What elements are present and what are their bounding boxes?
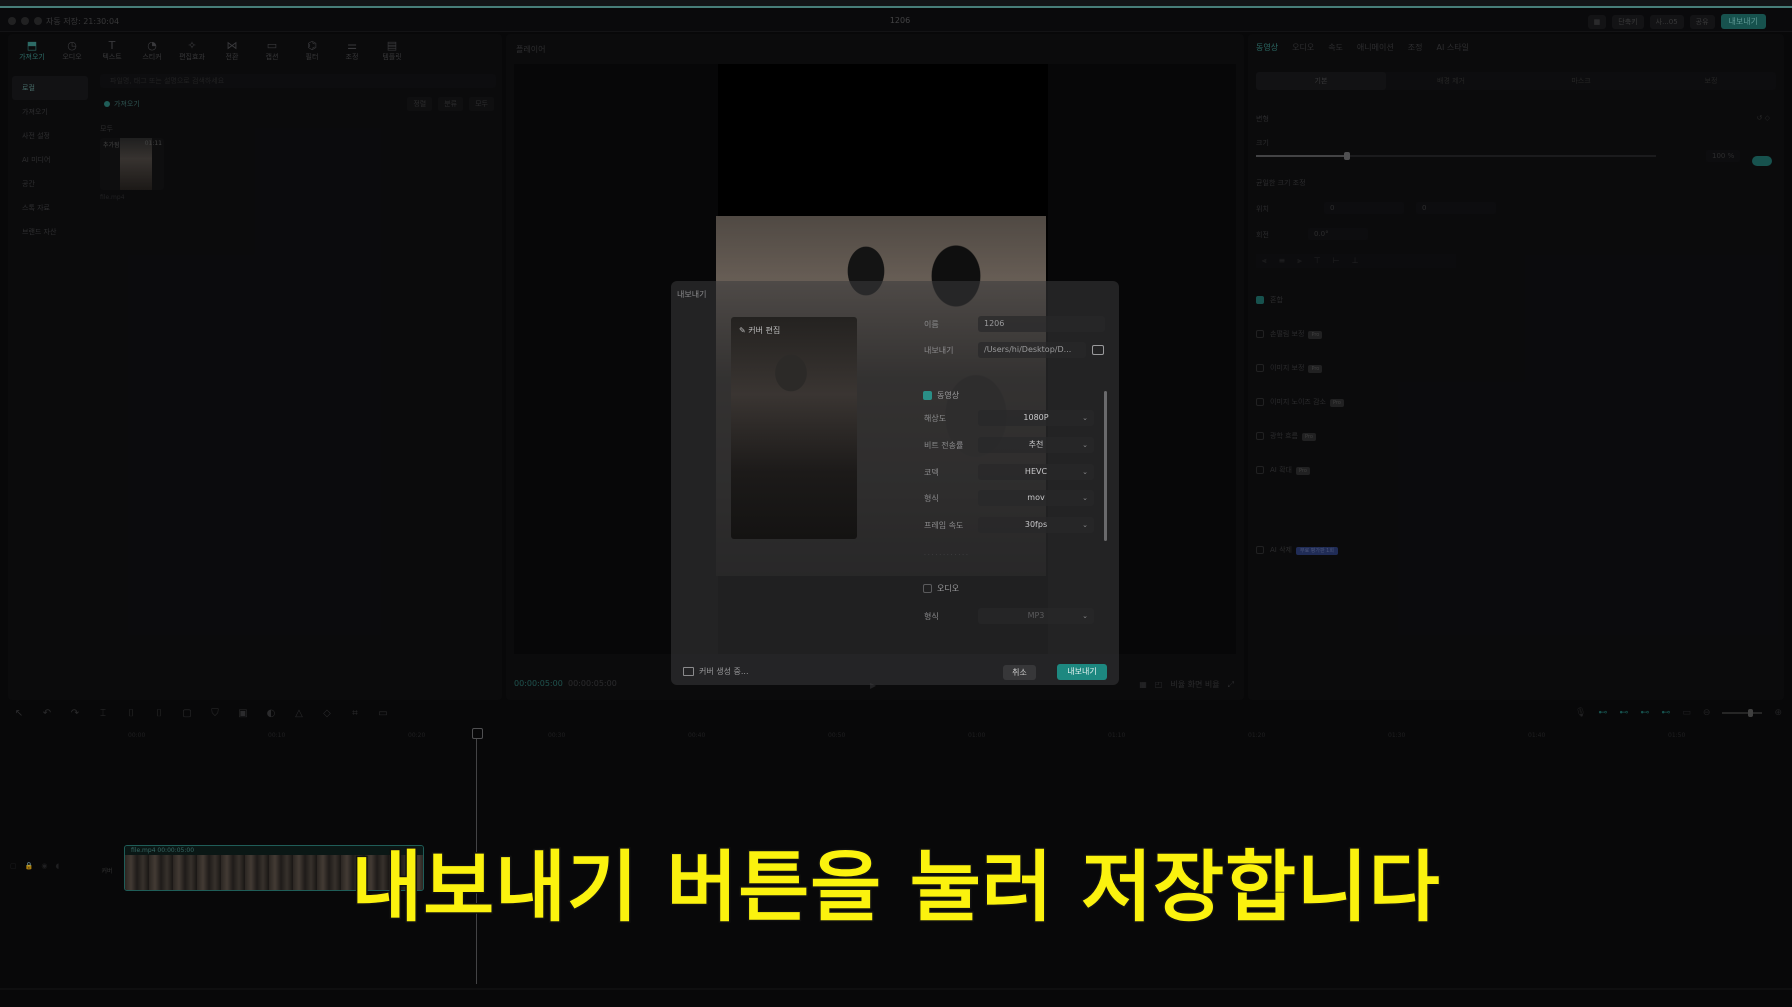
codec-value: HEVC [1024, 467, 1048, 476]
cancel-button[interactable]: 취소 [1003, 665, 1036, 680]
format-select[interactable]: mov ⌄ [978, 490, 1094, 506]
resolution-label: 해상도 [924, 414, 947, 423]
folder-icon[interactable] [1092, 345, 1104, 355]
codec-label: 코덱 [924, 468, 939, 477]
resolution-value: 1080P [1023, 413, 1049, 422]
bitrate-label: 비트 전송률 [924, 441, 964, 450]
audio-section-label: 오디오 [937, 584, 960, 593]
cover-generate-icon [683, 667, 694, 676]
framerate-label: 프레임 속도 [924, 521, 964, 530]
audio-format-select[interactable]: MP3 ⌄ [978, 608, 1094, 624]
dialog-title: 내보내기 [677, 290, 707, 299]
bitrate-value: 추천 [1028, 440, 1044, 449]
bitrate-select[interactable]: 추천 ⌄ [978, 437, 1094, 453]
audio-format-label: 형식 [924, 612, 939, 621]
export-dialog: 내보내기 ✎ 커버 편집 이름 1206 내보내기 /Users/hi/Desk… [671, 281, 1119, 685]
cover-edit-button[interactable]: ✎ 커버 편집 [739, 325, 780, 336]
chevron-down-icon: ⌄ [1082, 468, 1088, 476]
video-section-label: 동영상 [937, 391, 960, 400]
export-button[interactable]: 내보내기 [1057, 664, 1107, 680]
format-label: 형식 [924, 494, 939, 503]
chevron-down-icon: ⌄ [1082, 441, 1088, 449]
export-to-label: 내보내기 [924, 346, 954, 355]
chevron-down-icon: ⌄ [1082, 494, 1088, 502]
framerate-value: 30fps [1024, 520, 1048, 529]
resolution-select[interactable]: 1080P ⌄ [978, 410, 1094, 426]
video-subtitle: 내보내기 버튼을 눌러 저장합니다 [350, 843, 1441, 935]
framerate-select[interactable]: 30fps ⌄ [978, 517, 1094, 533]
audio-checkbox[interactable] [923, 584, 932, 593]
audio-format-value: MP3 [1027, 611, 1045, 620]
chevron-down-icon: ⌄ [1082, 414, 1088, 422]
export-path-input[interactable]: /Users/hi/Desktop/D... [978, 342, 1086, 358]
pencil-icon: ✎ [739, 326, 749, 335]
cover-generating-status: 커버 생성 중... [699, 667, 749, 676]
chevron-down-icon: ⌄ [1082, 521, 1088, 529]
codec-select[interactable]: HEVC ⌄ [978, 464, 1094, 480]
format-value: mov [1027, 493, 1045, 502]
estimated-size-text: · · · · · · · · · · · · [924, 552, 968, 559]
cover-preview[interactable]: ✎ 커버 편집 [731, 317, 857, 539]
app-window: 자동 저장: 21:30:04 1206 ▦ 단축키 사...05 공유 내보내… [0, 0, 1792, 1007]
name-input[interactable]: 1206 [978, 316, 1105, 332]
dialog-scrollbar[interactable] [1104, 391, 1107, 541]
name-label: 이름 [924, 320, 939, 329]
chevron-down-icon: ⌄ [1082, 612, 1088, 620]
video-checkbox[interactable] [923, 391, 932, 400]
cover-edit-label: 커버 편집 [748, 326, 781, 335]
